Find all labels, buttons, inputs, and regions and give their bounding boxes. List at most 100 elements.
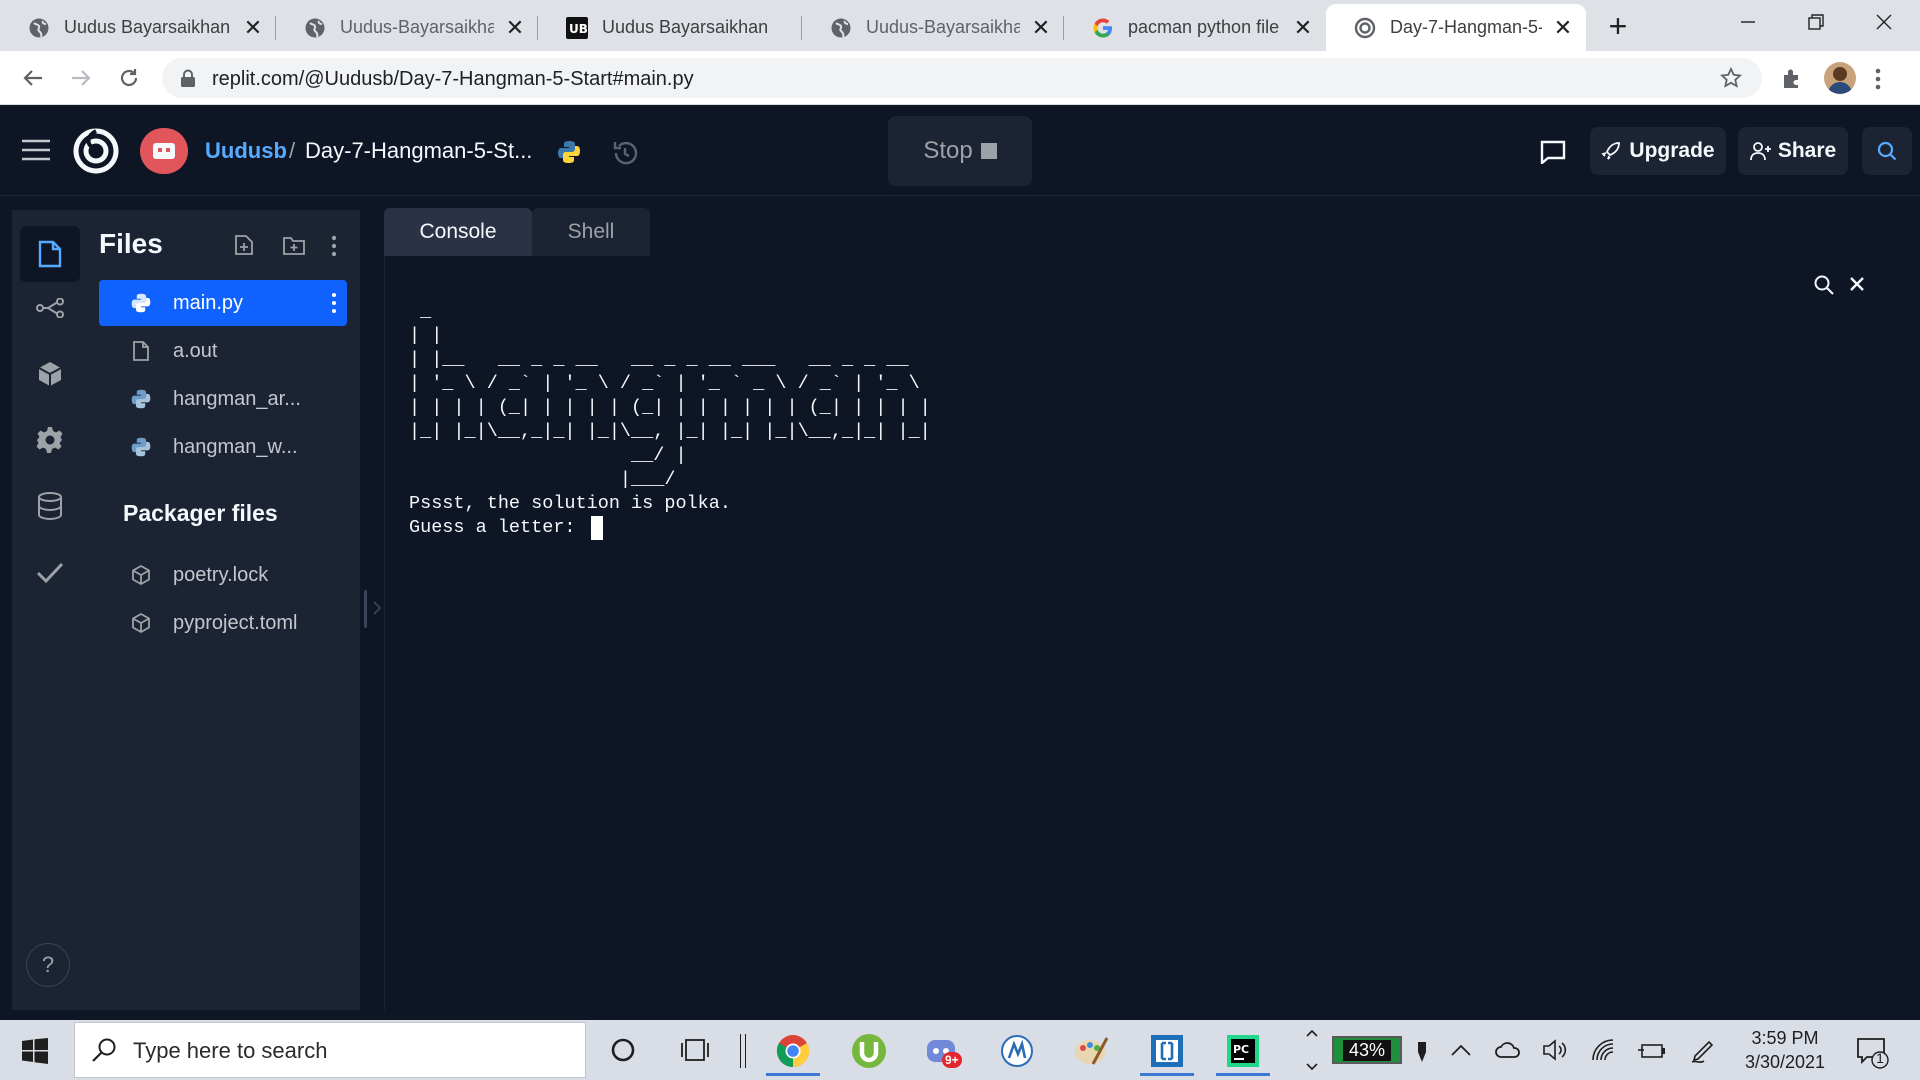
system-clock[interactable]: 3:59 PM 3/30/2021 (1740, 1026, 1830, 1074)
hamburger-menu-icon[interactable] (22, 139, 50, 161)
wifi-icon[interactable] (1590, 1038, 1616, 1062)
file-item-hangman-words[interactable]: hangman_w... (99, 424, 347, 470)
replit-logo-icon[interactable] (72, 127, 120, 175)
back-icon[interactable] (16, 61, 50, 95)
version-control-rail-button[interactable] (28, 286, 72, 330)
battery-meter[interactable]: 43% (1332, 1036, 1402, 1064)
browser-tab[interactable]: Uudus-Bayarsaikhan ✕ (802, 4, 1064, 51)
file-name: hangman_ar... (173, 387, 301, 410)
new-file-icon[interactable] (234, 234, 254, 256)
tab-console[interactable]: Console (384, 208, 532, 256)
pen-workspace-icon[interactable] (1690, 1038, 1716, 1064)
input-prompt-line[interactable]: Guess a letter: (409, 516, 931, 540)
close-icon[interactable]: ✕ (1292, 15, 1314, 41)
share-button[interactable]: Share (1738, 127, 1848, 175)
add-user-icon (1749, 142, 1771, 161)
console-text: _ | | | |__ __ _ _ __ __ _ _ __ ___ __ _… (409, 300, 931, 540)
browser-tab-active[interactable]: Day-7-Hangman-5-S ✕ (1326, 4, 1586, 51)
close-icon[interactable]: ✕ (504, 15, 526, 41)
restore-icon[interactable] (1782, 0, 1850, 44)
browser-tab[interactable]: pacman python file - ✕ (1064, 4, 1326, 51)
search-icon[interactable] (1813, 274, 1835, 296)
upgrade-button[interactable]: Upgrade (1590, 127, 1726, 175)
package-icon (129, 563, 153, 587)
file-icon (38, 240, 62, 268)
browser-tab[interactable]: Uudus Bayarsaikhan ✕ (0, 4, 276, 51)
files-rail-button[interactable] (20, 226, 80, 282)
volume-icon[interactable] (1542, 1038, 1568, 1062)
globe-icon (831, 18, 851, 37)
file-item-pyproject-toml[interactable]: pyproject.toml (99, 600, 347, 646)
taskbar-utorrent[interactable] (842, 1028, 896, 1074)
stop-button[interactable]: Stop (888, 116, 1032, 186)
chevron-right-icon[interactable] (372, 600, 382, 616)
pen-icon[interactable] (1414, 1040, 1430, 1064)
database-rail-button[interactable] (28, 484, 72, 528)
settings-rail-button[interactable] (28, 418, 72, 462)
files-menu-icon[interactable] (330, 234, 338, 258)
clock-date: 3/30/2021 (1744, 1052, 1826, 1072)
svg-text:UB: UB (569, 22, 588, 36)
packages-rail-button[interactable] (28, 352, 72, 396)
prompt-text: Guess a letter: (409, 517, 587, 538)
window-close-icon[interactable] (1850, 0, 1918, 44)
taskbar-search-box[interactable]: Type here to search (74, 1022, 586, 1078)
history-icon[interactable] (610, 138, 640, 168)
user-avatar[interactable] (140, 128, 188, 174)
tab-shell[interactable]: Shell (532, 208, 650, 256)
git-branch-icon (36, 298, 64, 318)
browser-tab[interactable]: Uudus-Bayarsaikhan ✕ (276, 4, 538, 51)
taskbar-replit[interactable] (1140, 1028, 1194, 1076)
files-panel: Files main.py a.out hangman_ar... hangma… (88, 210, 360, 1010)
console-output[interactable]: _ | | | |__ __ _ _ __ __ _ _ __ ___ __ _… (384, 256, 1920, 1010)
python-icon (129, 387, 153, 411)
text-cursor (590, 516, 603, 540)
windows-start-icon[interactable] (22, 1038, 48, 1064)
file-icon (129, 339, 153, 363)
file-item-hangman-art[interactable]: hangman_ar... (99, 376, 347, 422)
taskbar-discord[interactable]: 9+ (916, 1028, 970, 1074)
file-item-a-out[interactable]: a.out (99, 328, 347, 374)
minimize-icon[interactable] (1714, 0, 1782, 44)
reload-icon[interactable] (112, 61, 146, 95)
star-icon[interactable] (1720, 67, 1742, 89)
address-bar[interactable]: replit.com/@Uudusb/Day-7-Hangman-5-Start… (162, 58, 1762, 98)
browser-menu-icon[interactable] (1874, 67, 1882, 91)
new-tab-button[interactable]: + (1598, 6, 1638, 46)
power-battery-icon[interactable] (1638, 1040, 1666, 1062)
taskbar-app[interactable] (990, 1028, 1044, 1074)
forward-icon[interactable] (64, 61, 98, 95)
username-link[interactable]: Uudusb (205, 138, 287, 164)
file-menu-icon[interactable] (331, 292, 337, 314)
file-name: main.py (173, 291, 244, 314)
avatar[interactable] (1824, 62, 1856, 94)
close-icon[interactable]: ✕ (1552, 15, 1574, 41)
close-icon[interactable]: ✕ (242, 15, 264, 41)
unit-tests-rail-button[interactable] (28, 550, 72, 594)
taskbar-pycharm[interactable]: PC (1216, 1028, 1270, 1076)
task-view-icon[interactable] (680, 1036, 710, 1064)
ub-logo-icon: UB (566, 16, 588, 39)
search-button[interactable] (1862, 127, 1912, 175)
notification-count: 1 (1876, 1050, 1884, 1066)
taskbar-paint[interactable] (1064, 1028, 1118, 1074)
cortana-icon[interactable] (610, 1037, 636, 1063)
scroll-taskbar-icon[interactable] (1304, 1025, 1320, 1075)
onedrive-cloud-icon[interactable] (1494, 1040, 1522, 1060)
chevron-up-icon[interactable] (1450, 1042, 1472, 1058)
chat-icon[interactable] (1540, 140, 1566, 164)
taskbar-chrome[interactable] (766, 1028, 820, 1076)
file-item-poetry-lock[interactable]: poetry.lock (99, 552, 347, 598)
file-item-main-py[interactable]: main.py (99, 280, 347, 326)
help-button[interactable]: ? (26, 943, 70, 987)
python-language-icon (558, 141, 580, 163)
browser-tab[interactable]: UB Uudus Bayarsaikhan (538, 4, 802, 51)
extensions-icon[interactable] (1780, 67, 1804, 91)
file-name: pyproject.toml (173, 611, 298, 634)
new-folder-icon[interactable] (282, 236, 306, 256)
close-icon[interactable] (1849, 276, 1865, 292)
panel-resize-handle[interactable] (364, 590, 367, 628)
python-icon (129, 435, 153, 459)
repl-name[interactable]: Day-7-Hangman-5-St... (305, 138, 532, 164)
close-icon[interactable]: ✕ (1030, 15, 1052, 41)
